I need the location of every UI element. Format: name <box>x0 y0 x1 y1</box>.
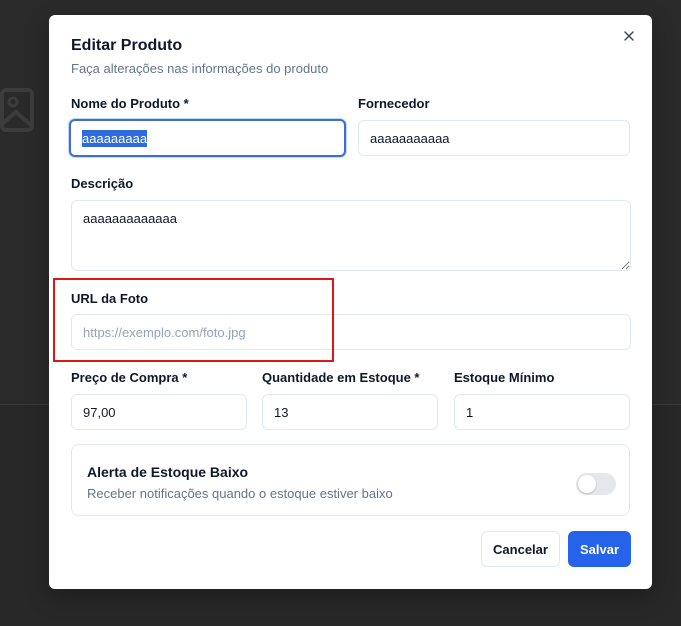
image-icon <box>0 84 36 136</box>
close-button[interactable] <box>621 29 637 45</box>
description-label: Descrição <box>71 176 134 191</box>
supplier-input[interactable] <box>358 120 630 156</box>
product-name-value: aaaaaaaaa <box>82 129 148 147</box>
photo-url-label: URL da Foto <box>71 291 149 306</box>
low-stock-alert-card: Alerta de Estoque Baixo Receber notifica… <box>71 444 630 516</box>
description-textarea[interactable]: aaaaaaaaaaaaa <box>71 200 631 271</box>
photo-url-input[interactable] <box>71 314 631 350</box>
close-icon <box>624 28 634 46</box>
low-stock-alert-toggle[interactable] <box>576 473 616 495</box>
save-button[interactable]: Salvar <box>568 531 631 567</box>
cancel-button[interactable]: Cancelar <box>481 531 560 567</box>
alert-title: Alerta de Estoque Baixo <box>87 464 249 480</box>
dialog-subtitle: Faça alterações nas informações do produ… <box>71 61 329 76</box>
toggle-knob <box>578 475 596 493</box>
min-stock-input[interactable] <box>454 394 630 430</box>
min-stock-label: Estoque Mínimo <box>454 370 555 385</box>
purchase-price-input[interactable] <box>71 394 247 430</box>
dialog-title: Editar Produto <box>71 37 183 54</box>
supplier-label: Fornecedor <box>358 96 430 111</box>
product-name-input[interactable]: aaaaaaaaa <box>69 119 346 157</box>
stock-quantity-input[interactable] <box>262 394 438 430</box>
edit-product-dialog: Editar Produto Faça alterações nas infor… <box>49 15 652 589</box>
alert-description: Receber notificações quando o estoque es… <box>87 486 393 501</box>
purchase-price-label: Preço de Compra * <box>71 370 188 385</box>
stock-quantity-label: Quantidade em Estoque * <box>262 370 420 385</box>
product-name-label: Nome do Produto * <box>71 96 189 111</box>
